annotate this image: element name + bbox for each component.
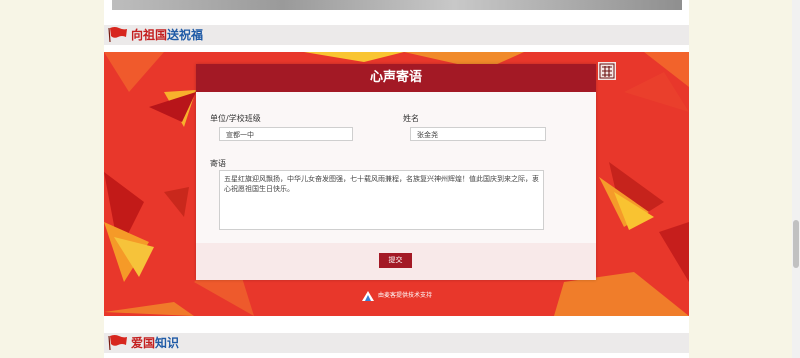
name-input[interactable]: 张金尧 xyxy=(410,127,546,141)
section-title-part1: 爱国 xyxy=(131,336,156,350)
form-header: 心声寄语 xyxy=(196,64,596,92)
section-title-greeting: 向祖国送祝福 xyxy=(131,27,203,43)
flag-icon xyxy=(108,27,127,43)
stamp-icon xyxy=(598,62,616,80)
name-label: 姓名 xyxy=(403,114,419,123)
top-banner-image xyxy=(112,0,682,10)
section-title-part1: 向祖国 xyxy=(131,28,168,42)
vertical-scrollbar[interactable] xyxy=(792,0,800,358)
section-title-part2: 送祝福 xyxy=(167,28,204,42)
message-form-card: 心声寄语 单位/学校班级 宣都一中 姓名 张金尧 寄语 五星红旗迎风飘扬，中华儿… xyxy=(196,62,616,280)
scrollbar-thumb[interactable] xyxy=(793,220,799,268)
form-footer: 提交 xyxy=(196,243,596,280)
maike-logo-icon xyxy=(362,291,374,301)
section-title-knowledge: 爱国知识 xyxy=(131,335,179,351)
section-header-greeting: 向祖国送祝福 xyxy=(104,25,689,45)
flag-icon xyxy=(108,335,127,351)
unit-input[interactable]: 宣都一中 xyxy=(219,127,353,141)
greeting-banner: 心声寄语 单位/学校班级 宣都一中 姓名 张金尧 寄语 五星红旗迎风飘扬，中华儿… xyxy=(104,52,689,316)
unit-label: 单位/学校班级 xyxy=(210,114,261,123)
message-label: 寄语 xyxy=(210,159,226,168)
page-content: 向祖国送祝福 心声寄语 单位/学校班级 宣都一中 姓名 张金尧 寄语 五星红旗迎… xyxy=(104,0,689,358)
submit-button[interactable]: 提交 xyxy=(379,253,412,268)
credit-text: 由麦客提供技术支持 xyxy=(378,292,433,299)
tech-support-credit[interactable]: 由麦客提供技术支持 xyxy=(362,290,432,302)
section-title-part2: 知识 xyxy=(155,336,180,350)
section-header-knowledge: 爱国知识 xyxy=(104,333,689,353)
message-textarea[interactable]: 五星红旗迎风飘扬，中华儿女奋发图强，七十载风雨兼程，名族复兴神州辉煌！值此国庆到… xyxy=(219,170,544,230)
